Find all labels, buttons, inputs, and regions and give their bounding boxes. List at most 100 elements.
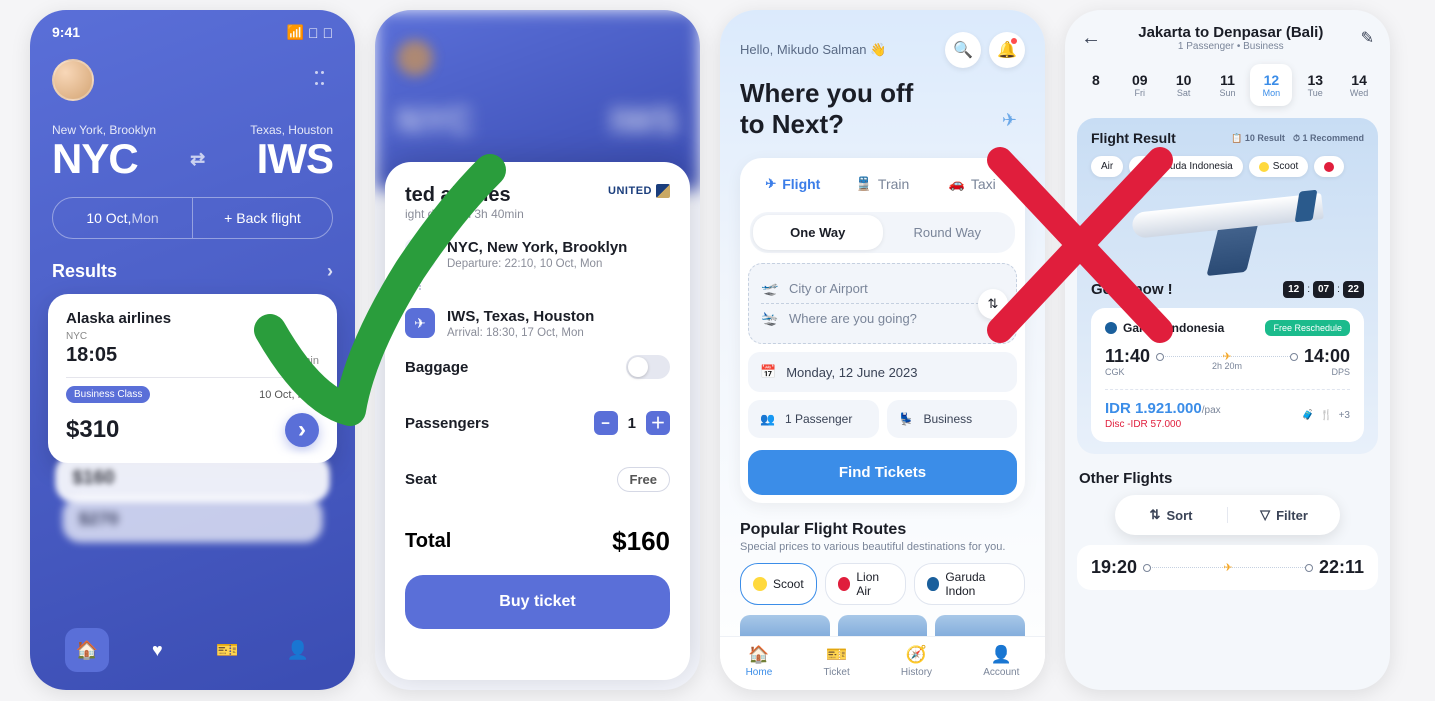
date-col[interactable]: 11Sun [1207,64,1249,106]
airline-chip[interactable]: Garuda Indonesia [1129,156,1243,177]
plane-icon: ✈ [1223,561,1232,574]
tab-profile[interactable]: 👤 [276,628,320,672]
passengers-label: Passengers [405,415,489,432]
back-flight-pill[interactable]: + Back flight [193,198,332,238]
garuda-logo-icon [1105,322,1117,334]
bottom-sheet: ted airlines ight duration 3h 40min UNIT… [385,162,690,680]
sort-icon: ⇅ [1150,507,1161,523]
tab-home[interactable]: 🏠 [65,628,109,672]
from-input[interactable]: City or Airport [789,281,868,296]
to-input[interactable]: Where are you going? [789,311,917,326]
menu-icon[interactable] [315,71,333,89]
date-input[interactable]: 📅Monday, 12 June 2023 [748,352,1017,392]
car-icon: 🚗 [949,176,965,192]
date-col[interactable]: 13Tue [1294,64,1336,106]
find-tickets-button[interactable]: Find Tickets [748,450,1017,495]
airline-brand: UNITED [608,184,670,198]
flight-card[interactable]: Alaska airlines NYC 18:05 4h 10min Busin… [48,294,337,463]
countdown: 12: 07: 22 [1283,281,1364,298]
tab-ticket[interactable]: 🎫Ticket [823,645,849,678]
select-flight-button[interactable]: › [285,413,319,447]
airline-chip[interactable]: Air [1091,156,1123,177]
passenger-count: 1 [628,415,636,432]
arrive-icon: ✈ [405,308,435,338]
swap-button[interactable]: ⇅ [978,289,1008,319]
tab-favorites[interactable]: ♥ [135,628,179,672]
date-col[interactable]: 10Sat [1163,64,1205,106]
date-col[interactable]: 8 [1075,64,1117,106]
swap-icon[interactable]: ⇄ [190,149,204,170]
airline-chip[interactable]: Scoot [1249,156,1309,177]
edit-icon[interactable]: ✎ [1361,28,1374,48]
date-col-selected[interactable]: 12Mon [1250,64,1292,106]
arr-time: 14:00 [1304,346,1350,367]
chip-scoot[interactable]: Scoot [740,563,817,605]
calendar-icon: 📅 [760,364,776,380]
phone-1-search: 9:41 📶 􀙇 􀛨 New York, Brooklyn Texas, Hou… [30,10,355,690]
tab-account[interactable]: 👤Account [983,645,1019,678]
flight-card-blur: $160 [55,454,330,502]
chevron-right-icon[interactable]: › [327,261,333,282]
tab-home[interactable]: 🏠Home [746,645,773,678]
back-button[interactable]: ← [1081,27,1101,50]
chip-lion[interactable]: Lion Air [825,563,906,605]
trip-round[interactable]: Round Way [883,215,1013,250]
tab-bar: 🏠 ♥ 🎫 👤 [52,628,333,672]
recommended-flight-card[interactable]: Garuda Indonesia Free Reschedule 11:40CG… [1091,308,1364,442]
wifi-icon: 􀙇 [308,25,319,41]
results-rec: ⏱ 1 Recommend [1293,133,1364,144]
airline-chip[interactable] [1314,156,1344,177]
class-input[interactable]: 💺Business [887,400,1018,438]
united-logo-icon [656,184,670,198]
baggage-label: Baggage [405,359,468,376]
search-icon[interactable]: 🔍 [945,32,981,68]
tab-tickets[interactable]: 🎫 [206,628,250,672]
arrive-time: Arrival: 18:30, 17 Oct, Mon [447,327,594,339]
filter-icon: ▽ [1260,507,1270,523]
date-pill[interactable]: 10 Oct,Mon [53,198,193,238]
tab-history[interactable]: 🧭History [901,645,932,678]
price: $310 [66,416,119,444]
status-icons: 📶 􀙇 􀛨 [287,24,333,41]
baggage-icon: 🧳 [1302,410,1314,421]
phone-2-detail: NYCIWS ted airlines ight duration 3h 40m… [375,10,700,690]
tab-train[interactable]: 🚆Train [838,166,928,202]
seat-value[interactable]: Free [617,467,670,492]
chip-garuda[interactable]: Garuda Indon [914,563,1025,605]
from-code: NYC [66,331,319,342]
passenger-input[interactable]: 👥1 Passenger [748,400,879,438]
takeoff-icon: 🛫 [761,280,779,297]
stepper-minus[interactable]: − [594,411,618,435]
dep-code: CGK [1105,367,1150,377]
garuda-logo-icon [1139,162,1149,172]
lion-logo-icon [1324,162,1334,172]
filter-button[interactable]: ▽Filter [1228,507,1340,523]
arrive-location: IWS, Texas, Houston [447,308,594,325]
flight-card[interactable]: 19:20 ✈ 22:11 [1077,545,1378,590]
scoot-logo-icon [1259,162,1269,172]
sort-button[interactable]: ⇅Sort [1115,507,1228,523]
results-label: Results [52,261,117,282]
tab-flight[interactable]: ✈Flight [748,166,838,202]
trip-oneway[interactable]: One Way [753,215,883,250]
duration: 4h 10min [274,355,319,367]
other-flights-title: Other Flights [1079,470,1376,487]
baggage-toggle[interactable] [626,355,670,379]
avatar[interactable] [52,59,94,101]
date-selector: 8 09Fri 10Sat 11Sun 12Mon 13Tue 14Wed [1065,60,1390,110]
total-amount: $160 [612,526,670,557]
stepper-plus[interactable]: ＋ [646,411,670,435]
buy-button[interactable]: Buy ticket [405,575,670,629]
notifications-icon[interactable]: 🔔 [989,32,1025,68]
date-col[interactable]: 14Wed [1338,64,1380,106]
depart-location: NYC, New York, Brooklyn [447,239,627,256]
status-bar: 9:41 📶 􀙇 􀛨 [30,10,355,49]
page-subtitle: 1 Passenger • Business [1138,41,1323,52]
date-col[interactable]: 09Fri [1119,64,1161,106]
results-count: 📋 10 Result [1231,133,1285,144]
signal-icon: 📶 [287,24,304,41]
plane-icon: ✈ [1222,350,1231,363]
tab-taxi[interactable]: 🚗Taxi [927,166,1017,202]
flight-duration: ight duration 3h 40min [405,207,524,221]
garuda-logo-icon [927,577,940,591]
